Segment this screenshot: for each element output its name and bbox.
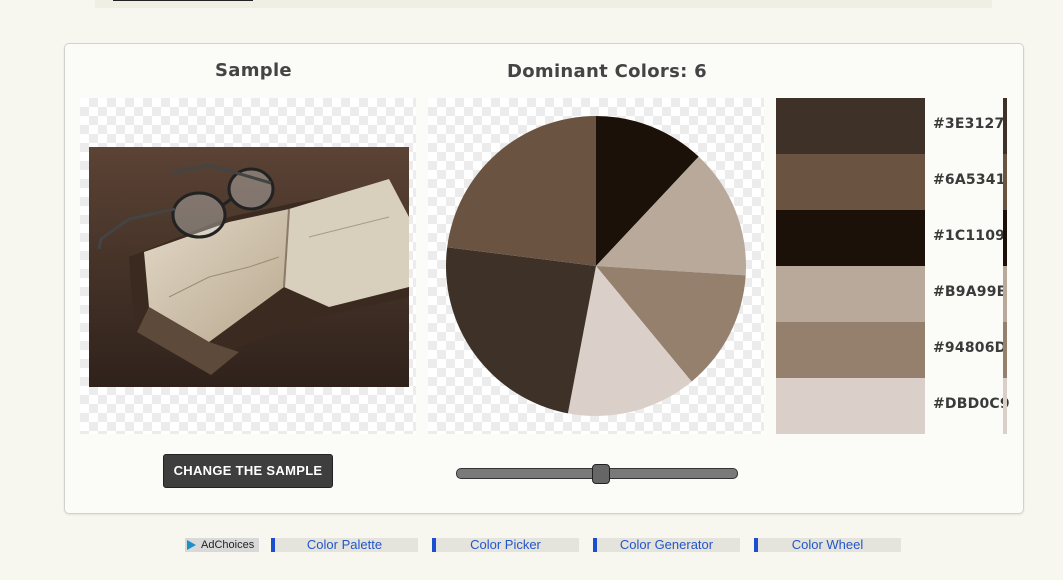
- footer-link-color-generator[interactable]: Color Generator: [593, 538, 740, 552]
- color-extractor-panel: Sample Dominant Colors: 6 #3E3127 #6A534…: [64, 43, 1024, 514]
- swatch-row[interactable]: #DBD0C9: [776, 378, 1010, 434]
- swatch-color: [776, 154, 925, 210]
- swatch-color: [776, 378, 925, 434]
- swatch-hex-label: #B9A99B: [933, 284, 1008, 300]
- sample-photo-drawing: [89, 147, 409, 387]
- swatch-color: [776, 322, 925, 378]
- swatch-row[interactable]: #3E3127: [776, 98, 1007, 154]
- swatch-color: [776, 266, 925, 322]
- color-swatch-list: #3E3127 #6A5341 #1C1109 #B9A99B #94806D …: [776, 98, 1010, 434]
- dominant-colors-title: Dominant Colors: 6: [507, 61, 707, 82]
- footer-link-color-wheel[interactable]: Color Wheel: [754, 538, 901, 552]
- swatch-row[interactable]: #1C1109: [776, 210, 1007, 266]
- sample-title: Sample: [215, 60, 292, 81]
- adchoices-badge[interactable]: AdChoices: [185, 538, 259, 552]
- sample-image-area: [80, 98, 416, 434]
- swatch-row[interactable]: #6A5341: [776, 154, 1007, 210]
- footer-link-label: Color Picker: [470, 537, 541, 552]
- swatch-edge: [1003, 266, 1007, 322]
- footer-link-color-picker[interactable]: Color Picker: [432, 538, 579, 552]
- pie-slice: [447, 116, 596, 266]
- dominant-colors-pie-area: [428, 98, 764, 434]
- swatch-row[interactable]: #94806D: [776, 322, 1007, 378]
- footer-link-label: Color Generator: [619, 537, 714, 552]
- sample-photo: [89, 147, 409, 387]
- swatch-color: [776, 98, 925, 154]
- swatch-color: [776, 210, 925, 266]
- color-count-slider[interactable]: [456, 464, 738, 484]
- slider-thumb[interactable]: [592, 464, 610, 484]
- swatch-hex-label: #94806D: [933, 340, 1007, 356]
- swatch-hex-label: #1C1109: [933, 228, 1006, 244]
- adchoices-label: AdChoices: [201, 539, 255, 551]
- swatch-edge: [1003, 154, 1007, 210]
- swatch-hex-label: #6A5341: [933, 172, 1006, 188]
- swatch-edge: [1003, 322, 1007, 378]
- swatch-edge: [1003, 210, 1007, 266]
- swatch-row[interactable]: #B9A99B: [776, 266, 1007, 322]
- adchoices-icon: [187, 540, 196, 550]
- top-strip: [95, 0, 992, 8]
- swatch-hex-label: #3E3127: [933, 116, 1005, 132]
- change-sample-button[interactable]: CHANGE THE SAMPLE: [163, 454, 333, 488]
- swatch-edge: [1003, 378, 1007, 434]
- footer-link-label: Color Wheel: [791, 537, 864, 552]
- swatch-hex-label: #DBD0C9: [933, 396, 1010, 412]
- dominant-colors-pie-chart: [446, 116, 746, 416]
- swatch-edge: [1003, 98, 1007, 154]
- footer-link-label: Color Palette: [306, 537, 383, 552]
- top-strip-edge: [113, 0, 253, 1]
- footer-link-color-palette[interactable]: Color Palette: [271, 538, 418, 552]
